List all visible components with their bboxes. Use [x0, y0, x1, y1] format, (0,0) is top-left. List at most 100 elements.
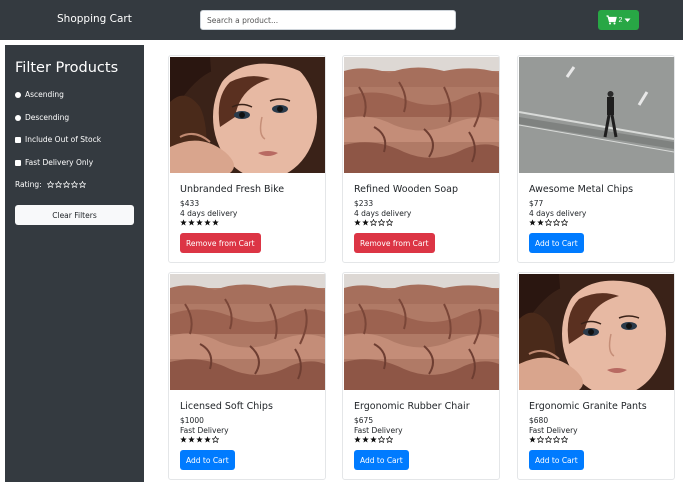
top-navbar: Shopping Cart 2: [0, 0, 683, 40]
add-to-cart-button[interactable]: Add to Cart: [354, 450, 409, 470]
product-name: Unbranded Fresh Bike: [180, 184, 285, 195]
brand-title[interactable]: Shopping Cart: [57, 13, 132, 25]
product-price: $1000: [180, 416, 204, 425]
star-empty-icon[interactable]: [63, 181, 70, 188]
product-card: Ergonomic Granite Pants $680 Fast Delive…: [517, 272, 675, 480]
star-empty-icon[interactable]: [47, 181, 54, 188]
star-filled-icon: [354, 219, 361, 226]
product-name: Ergonomic Rubber Chair: [354, 401, 470, 412]
add-to-cart-button[interactable]: Add to Cart: [180, 450, 235, 470]
star-filled-icon: [196, 219, 203, 226]
product-image: [170, 274, 325, 390]
remove-from-cart-button[interactable]: Remove from Cart: [354, 233, 435, 253]
star-empty-icon: [370, 219, 377, 226]
search-input[interactable]: [200, 10, 456, 30]
product-image: [519, 57, 674, 173]
option-label: Descending: [25, 113, 70, 122]
product-image: [344, 57, 499, 173]
star-filled-icon: [204, 219, 211, 226]
product-card: Unbranded Fresh Bike $433 4 days deliver…: [168, 55, 326, 263]
remove-from-cart-button[interactable]: Remove from Cart: [180, 233, 261, 253]
product-rating: [529, 219, 568, 226]
star-filled-icon: [529, 219, 536, 226]
fast-delivery-checkbox[interactable]: Fast Delivery Only: [15, 158, 93, 167]
star-empty-icon: [378, 219, 385, 226]
product-rating: [354, 219, 393, 226]
cart-dropdown-button[interactable]: 2: [598, 10, 639, 30]
rating-label: Rating:: [15, 180, 42, 189]
star-filled-icon: [196, 436, 203, 443]
star-empty-icon: [553, 436, 560, 443]
star-empty-icon: [553, 219, 560, 226]
add-to-cart-button[interactable]: Add to Cart: [529, 450, 584, 470]
product-rating: [354, 436, 393, 443]
rating-filter: Rating:: [15, 180, 86, 189]
product-name: Licensed Soft Chips: [180, 401, 273, 412]
star-filled-icon: [354, 436, 361, 443]
product-delivery: Fast Delivery: [529, 426, 578, 435]
star-filled-icon: [362, 436, 369, 443]
product-price: $77: [529, 199, 544, 208]
product-delivery: Fast Delivery: [354, 426, 403, 435]
star-filled-icon: [362, 219, 369, 226]
star-empty-icon[interactable]: [71, 181, 78, 188]
star-empty-icon: [386, 436, 393, 443]
product-price: $233: [354, 199, 374, 208]
star-filled-icon: [529, 436, 536, 443]
sort-descending-radio[interactable]: Descending: [15, 113, 69, 122]
product-delivery: 4 days delivery: [354, 209, 412, 218]
product-rating: [180, 436, 219, 443]
cart-count: 2: [618, 16, 623, 24]
star-empty-icon: [386, 219, 393, 226]
product-name: Awesome Metal Chips: [529, 184, 634, 195]
product-delivery: 4 days delivery: [529, 209, 587, 218]
star-empty-icon[interactable]: [79, 181, 86, 188]
product-image: [344, 274, 499, 390]
option-label: Include Out of Stock: [25, 135, 102, 144]
star-filled-icon: [537, 219, 544, 226]
star-filled-icon: [188, 436, 195, 443]
star-filled-icon: [204, 436, 211, 443]
rating-stars[interactable]: [47, 181, 86, 188]
sort-ascending-radio[interactable]: Ascending: [15, 90, 64, 99]
product-delivery: Fast Delivery: [180, 426, 229, 435]
star-empty-icon: [378, 436, 385, 443]
product-rating: [529, 436, 568, 443]
star-empty-icon: [545, 436, 552, 443]
star-empty-icon: [545, 219, 552, 226]
filter-sidebar: Filter Products Ascending Descending Inc…: [5, 45, 144, 482]
product-rating: [180, 219, 219, 226]
chevron-down-icon: [624, 18, 631, 23]
product-delivery: 4 days delivery: [180, 209, 238, 218]
product-card: Ergonomic Rubber Chair $675 Fast Deliver…: [342, 272, 500, 480]
product-price: $680: [529, 416, 549, 425]
star-empty-icon: [537, 436, 544, 443]
add-to-cart-button[interactable]: Add to Cart: [529, 233, 584, 253]
clear-filters-button[interactable]: Clear Filters: [15, 205, 134, 225]
cart-icon: [606, 15, 617, 25]
checkbox-icon[interactable]: [15, 159, 21, 166]
product-image: [519, 274, 674, 390]
product-card: Awesome Metal Chips $77 4 days delivery …: [517, 55, 675, 263]
option-label: Ascending: [25, 90, 64, 99]
product-image: [170, 57, 325, 173]
star-filled-icon: [180, 219, 187, 226]
star-empty-icon: [561, 219, 568, 226]
product-name: Ergonomic Granite Pants: [529, 401, 647, 412]
star-empty-icon: [561, 436, 568, 443]
radio-icon[interactable]: [15, 91, 21, 98]
product-name: Refined Wooden Soap: [354, 184, 458, 195]
checkbox-icon[interactable]: [15, 136, 21, 143]
filter-title: Filter Products: [15, 60, 119, 76]
product-price: $433: [180, 199, 200, 208]
star-filled-icon: [212, 219, 219, 226]
product-card: Refined Wooden Soap $233 4 days delivery…: [342, 55, 500, 263]
star-filled-icon: [188, 219, 195, 226]
include-out-of-stock-checkbox[interactable]: Include Out of Stock: [15, 135, 101, 144]
option-label: Fast Delivery Only: [25, 158, 94, 167]
star-empty-icon: [212, 436, 219, 443]
product-card: Licensed Soft Chips $1000 Fast Delivery …: [168, 272, 326, 480]
radio-icon[interactable]: [15, 114, 21, 121]
star-empty-icon[interactable]: [55, 181, 62, 188]
product-price: $675: [354, 416, 374, 425]
